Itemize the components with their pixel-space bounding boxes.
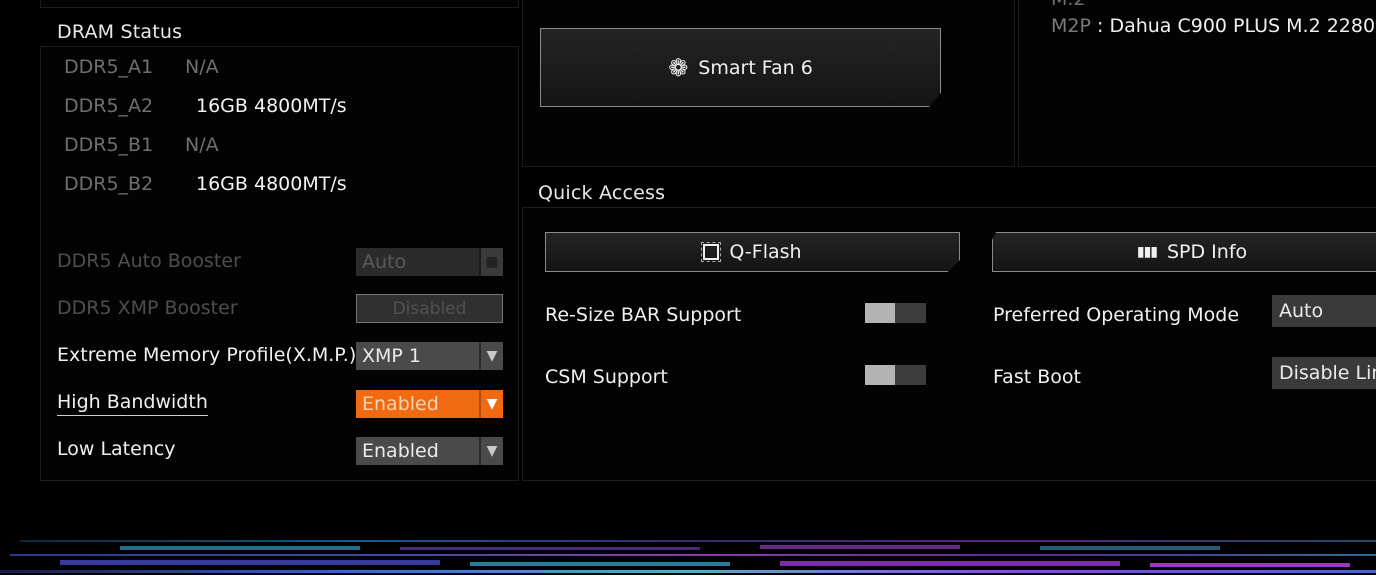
ddr5-auto-booster-label: DDR5 Auto Booster — [57, 250, 241, 272]
slot-name-b1: DDR5_B1 — [64, 134, 154, 156]
m2-section-label: M.2 — [1051, 0, 1086, 10]
quick-access-title: Quick Access — [538, 182, 666, 204]
m2p-value: : Dahua C900 PLUS M.2 2280 NV — [1097, 15, 1376, 37]
spd-info-label: SPD Info — [1166, 241, 1248, 263]
ddr5-auto-booster-select[interactable]: Auto ■ — [356, 248, 503, 276]
slot-value-b1: N/A — [185, 134, 219, 156]
high-bandwidth-value: Enabled — [362, 393, 439, 415]
dropdown-arrow-icon: ▼ — [479, 390, 503, 418]
toggle-knob — [865, 303, 895, 323]
preferred-operating-mode-label: Preferred Operating Mode — [993, 304, 1240, 326]
chip-icon — [701, 242, 722, 262]
resize-bar-label: Re-Size BAR Support — [545, 304, 742, 326]
slot-value-a1: N/A — [185, 56, 219, 78]
resize-bar-toggle[interactable] — [865, 303, 926, 323]
top-left-panel-edge — [40, 0, 519, 8]
qflash-label: Q-Flash — [729, 241, 802, 263]
csm-support-toggle[interactable] — [865, 365, 926, 385]
fan-icon: ❁ — [668, 53, 689, 82]
low-latency-value: Enabled — [362, 440, 439, 462]
spd-info-button[interactable]: ▮▮▮ SPD Info — [992, 232, 1376, 272]
high-bandwidth-label: High Bandwidth — [57, 391, 208, 416]
slot-name-b2: DDR5_B2 — [64, 173, 154, 195]
ddr5-xmp-booster-button[interactable]: Disabled — [356, 294, 503, 323]
slot-value-a2: 16GB 4800MT/s — [196, 95, 347, 117]
decorative-bottom-banner — [0, 520, 1376, 575]
memory-module-icon: ▮▮▮ — [1136, 244, 1158, 260]
low-latency-select[interactable]: Enabled ▼ — [356, 437, 503, 465]
fast-boot-select[interactable]: Disable Link — [1272, 357, 1376, 389]
fast-boot-label: Fast Boot — [993, 366, 1081, 388]
preferred-operating-mode-select[interactable]: Auto — [1272, 295, 1376, 327]
ddr5-xmp-booster-label: DDR5 XMP Booster — [57, 297, 238, 319]
dropdown-arrow-icon: ■ — [479, 248, 503, 276]
ddr5-auto-booster-value: Auto — [362, 251, 407, 273]
xmp-profile-label: Extreme Memory Profile(X.M.P.) — [57, 344, 357, 366]
smart-fan-button[interactable]: ❁ Smart Fan 6 — [540, 28, 941, 107]
high-bandwidth-select[interactable]: Enabled ▼ — [356, 390, 503, 418]
smart-fan-label: Smart Fan 6 — [698, 56, 813, 79]
xmp-profile-value: XMP 1 — [362, 345, 421, 367]
slot-name-a1: DDR5_A1 — [64, 56, 154, 78]
xmp-profile-select[interactable]: XMP 1 ▼ — [356, 342, 503, 370]
m2p-key: M2P — [1051, 15, 1091, 37]
dram-status-title: DRAM Status — [57, 21, 183, 43]
toggle-knob — [865, 365, 895, 385]
slot-value-b2: 16GB 4800MT/s — [196, 173, 347, 195]
dropdown-arrow-icon: ▼ — [479, 437, 503, 465]
qflash-button[interactable]: Q-Flash — [545, 232, 960, 272]
low-latency-label: Low Latency — [57, 438, 176, 460]
dropdown-arrow-icon: ▼ — [479, 342, 503, 370]
slot-name-a2: DDR5_A2 — [64, 95, 154, 117]
m2p-info: M2P : Dahua C900 PLUS M.2 2280 NV — [1051, 15, 1376, 37]
csm-support-label: CSM Support — [545, 366, 668, 388]
